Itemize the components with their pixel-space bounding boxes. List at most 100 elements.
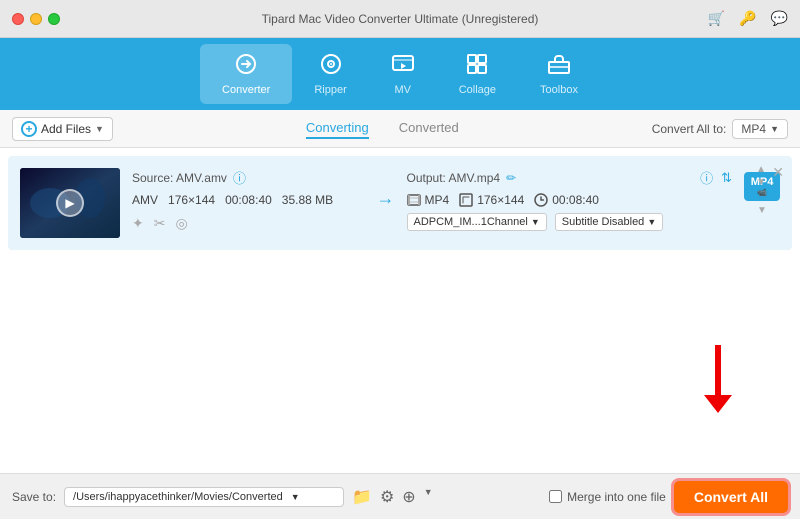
subtitle-chevron: ▼ [647,217,656,227]
toolbar-tabs: Converting Converted [113,118,652,139]
output-dur-item: 00:08:40 [534,193,599,207]
add-files-label: Add Files [41,122,91,136]
output-duration: 00:08:40 [552,193,599,207]
scroll-up-arrow[interactable]: ▲ [756,164,766,175]
add-files-chevron[interactable]: ▼ [95,124,104,134]
file-actions: ✦ ✂ ◎ [132,215,365,232]
nav-label-ripper: Ripper [314,84,346,96]
options-chevron[interactable]: ▼ [424,487,433,507]
format-selector[interactable]: MP4 ▼ [732,119,788,139]
nav-label-mv: MV [394,84,411,96]
mv-icon [391,52,415,80]
nav-item-mv[interactable]: MV [369,44,437,104]
red-arrow-indicator [704,345,732,413]
maximize-button[interactable] [48,13,60,25]
title-bar-icons: 🛒 🔑 💬 [708,10,788,27]
output-format-item: MP4 [407,193,450,207]
info-icon[interactable]: ⓘ [233,168,246,187]
subtitle-dropdown-value: Subtitle Disabled [562,216,645,228]
folder-icon[interactable]: 📁 [352,487,372,507]
options-icon[interactable]: ⊕ [402,487,415,507]
message-icon[interactable]: 💬 [771,10,788,27]
minimize-button[interactable] [30,13,42,25]
convert-all-button[interactable]: Convert All [674,481,788,513]
merge-checkbox-input[interactable] [549,490,562,503]
collage-icon [465,52,489,80]
format-value: MP4 [741,122,766,136]
arrow-separator: → [377,168,395,209]
nav-item-converter[interactable]: Converter [200,44,292,104]
scroll-down-arrow[interactable]: ▼ [756,177,766,188]
nav-label-collage: Collage [459,84,496,96]
play-button[interactable]: ▶ [56,189,84,217]
audio-dropdown[interactable]: ADPCM_IM...1Channel ▼ [407,213,547,231]
arrow-shaft [715,345,721,395]
save-path-value: /Users/ihappyacethinker/Movies/Converted [73,491,283,503]
settings-icon[interactable]: ⚙ [380,487,394,507]
file-duration: 00:08:40 [225,193,272,207]
file-size: 35.88 MB [282,193,333,207]
file-info: Source: AMV.amv ⓘ AMV 176×144 00:08:40 3… [132,168,365,232]
file-meta: AMV 176×144 00:08:40 35.88 MB [132,193,365,207]
format-chevron: ▼ [770,124,779,134]
format-badge-chevron[interactable]: ▼ [757,205,767,216]
scroll-arrows: ▲ ▼ [756,164,766,188]
bottom-bar: Save to: /Users/ihappyacethinker/Movies/… [0,473,800,519]
output-res-item: 176×144 [459,193,524,207]
close-row-button[interactable]: ✕ [772,164,784,181]
key-icon[interactable]: 🔑 [739,10,756,27]
main-content: ▶ Source: AMV.amv ⓘ AMV 176×144 00:08:40… [0,148,800,473]
output-dropdowns: ADPCM_IM...1Channel ▼ Subtitle Disabled … [407,213,733,231]
nav-item-collage[interactable]: Collage [437,44,518,104]
cut-icon[interactable]: ✂ [154,215,166,232]
nav-bar: Converter Ripper MV [0,38,800,110]
file-source: Source: AMV.amv ⓘ [132,168,365,187]
nav-item-toolbox[interactable]: Toolbox [518,44,600,104]
save-path-dropdown[interactable]: /Users/ihappyacethinker/Movies/Converted… [64,487,344,507]
film-icon [407,193,421,207]
file-resolution: 176×144 [168,193,215,207]
video-thumbnail[interactable]: ▶ [20,168,120,238]
output-info-icon[interactable]: ⓘ [700,168,713,187]
subtitle-dropdown[interactable]: Subtitle Disabled ▼ [555,213,663,231]
traffic-lights [12,13,60,25]
window-title: Tipard Mac Video Converter Ultimate (Unr… [262,12,539,26]
resize-icon [459,193,473,207]
ripper-icon [319,52,343,80]
nav-label-converter: Converter [222,84,270,96]
wand-icon[interactable]: ✦ [132,215,144,232]
audio-chevron: ▼ [531,217,540,227]
toolbar: + Add Files ▼ Converting Converted Conve… [0,110,800,148]
output-meta: MP4 176×144 00:08:40 [407,193,733,207]
nav-item-ripper[interactable]: Ripper [292,44,368,104]
merge-checkbox[interactable]: Merge into one file [549,490,666,504]
format-badge-icon: 📹 [750,188,774,197]
clock-icon [534,193,548,207]
tab-converting[interactable]: Converting [306,118,369,139]
output-label: Output: AMV.mp4 [407,171,501,185]
output-header-right: ⓘ ⇅ [700,168,732,187]
effect-icon[interactable]: ◎ [175,215,187,232]
close-button[interactable] [12,13,24,25]
toolbox-icon [547,52,571,80]
converter-icon [234,52,258,80]
output-format: MP4 [425,193,450,207]
convert-all-label: Convert All to: [652,122,727,136]
add-files-button[interactable]: + Add Files ▼ [12,117,113,141]
cart-icon[interactable]: 🛒 [708,10,725,27]
arrow-head [704,395,732,413]
sort-icon[interactable]: ⇅ [721,170,732,186]
output-info: Output: AMV.mp4 ✏ ⓘ ⇅ M [407,168,733,231]
convert-all-to: Convert All to: MP4 ▼ [652,119,788,139]
nav-label-toolbox: Toolbox [540,84,578,96]
edit-icon[interactable]: ✏ [506,171,516,185]
plus-icon: + [21,121,37,137]
output-resolution: 176×144 [477,193,524,207]
bottom-icons: 📁 ⚙ ⊕ ▼ [352,487,433,507]
tab-converted[interactable]: Converted [399,118,459,139]
merge-label: Merge into one file [567,490,666,504]
title-bar: Tipard Mac Video Converter Ultimate (Unr… [0,0,800,38]
output-header: Output: AMV.mp4 ✏ ⓘ ⇅ [407,168,733,187]
save-path-chevron: ▼ [291,492,300,502]
file-format: AMV [132,193,158,207]
